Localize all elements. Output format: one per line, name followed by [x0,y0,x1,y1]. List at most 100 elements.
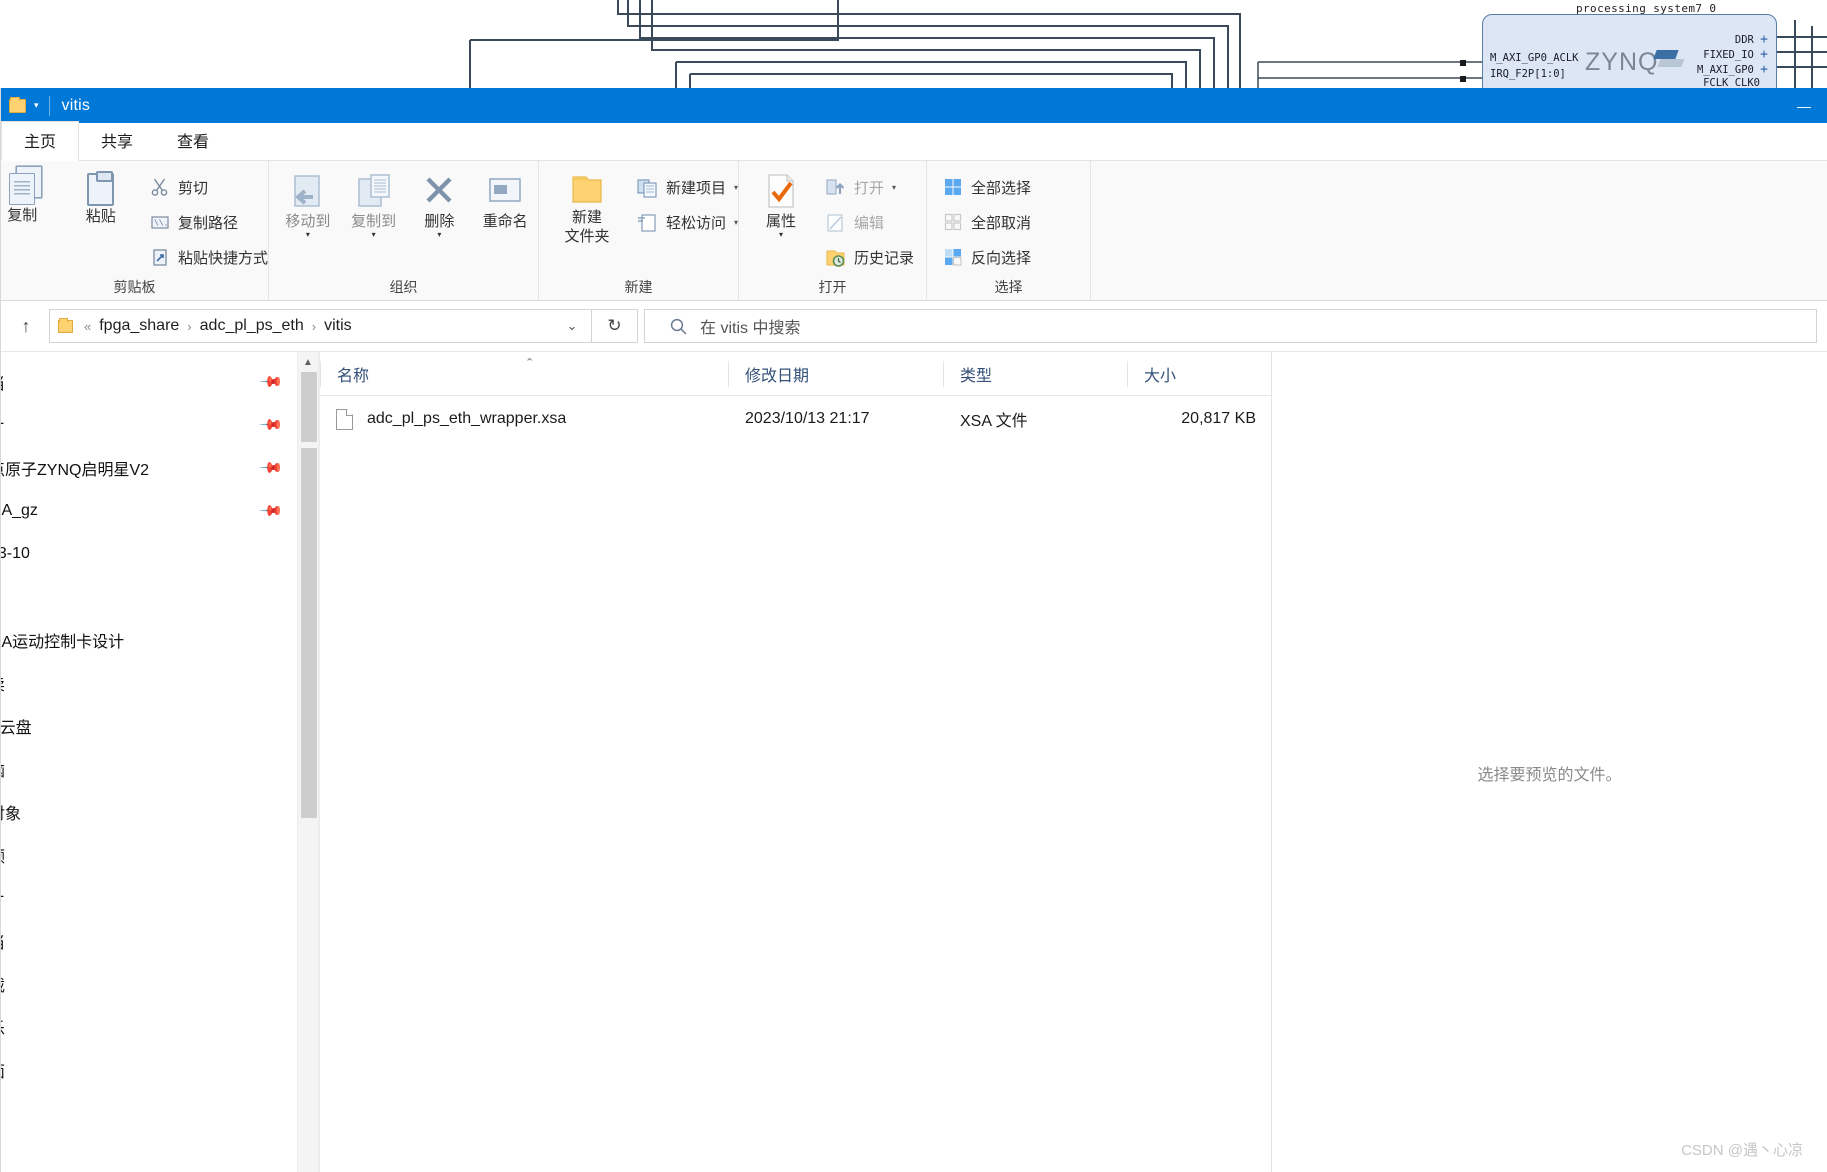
copy-button-label: 复制 [7,207,38,224]
search-box[interactable]: 在 vitis 中搜索 [644,309,1817,343]
invert-selection-button[interactable]: 反向选择 [943,243,1031,271]
file-list-pane: ⌃ 名称 修改日期 类型 大小 adc_pl_ps_eth_wrapper.xs… [319,352,1271,1172]
copy-to-icon [357,174,390,207]
chevron-down-icon[interactable]: ▾ [892,183,896,192]
cut-button[interactable]: 剪切 [150,173,268,201]
ribbon-filler [1091,161,1827,300]
new-item-button[interactable]: 新建项目 ▾ [637,173,738,201]
chevron-down-icon[interactable]: ▾ [372,231,376,239]
pin-icon[interactable]: 📌 [259,498,285,523]
select-none-button[interactable]: 全部取消 [943,208,1031,236]
ribbon-group-label-clipboard: 剪贴板 [113,279,156,295]
open-button[interactable]: 打开 ▾ [825,173,914,201]
pin-icon[interactable]: 📌 [259,412,285,437]
breadcrumb-item-vitis[interactable]: vitis [321,317,355,335]
pin-icon[interactable]: 📌 [259,369,285,394]
chevron-right-icon[interactable]: › [307,319,321,334]
sidebar-item-10[interactable]: 对象 [1,790,297,833]
sidebar-item-12[interactable]: 片 [1,876,297,919]
select-none-button-label: 全部取消 [971,214,1032,232]
sidebar-item-label: 当 [1,370,5,394]
file-list-header: ⌃ 名称 修改日期 类型 大小 [320,352,1271,396]
sidebar-item-13[interactable]: 当 [1,919,297,962]
column-header-modified[interactable]: 修改日期 [728,360,943,387]
preview-pane-message: 选择要预览的文件。 [1477,766,1622,784]
window-title: vitis [61,96,91,114]
copy-button[interactable]: 复制 [0,169,55,224]
move-to-icon [294,175,320,207]
move-to-button[interactable]: 移动到 ▾ [275,169,341,239]
column-header-type[interactable]: 类型 [943,360,1127,387]
sidebar-item-label: 载 [1,972,5,996]
chevron-down-icon[interactable]: ▾ [306,231,310,239]
paste-button[interactable]: 粘贴 [67,169,133,225]
paste-shortcut-button[interactable]: 粘贴快捷方式 [150,243,268,271]
sidebar-item-5[interactable]: n [1,575,297,618]
properties-button[interactable]: 属性 ▾ [749,169,813,239]
search-icon [670,318,687,335]
chevron-down-icon[interactable]: ▾ [34,101,39,110]
chevron-down-icon[interactable]: ▾ [734,218,738,227]
background-block-diagram: processing_system7_0 M_AXI_GP0_ACLK IRQ_… [0,0,1827,95]
select-commands: 全部选择 全部取消 反向选择 [943,169,1031,271]
delete-button[interactable]: 删除 ▾ [407,169,473,239]
zynq-flag-icon [1653,50,1679,59]
ribbon-tabs: 主页 共享 查看 [1,121,1827,161]
scrollbar-thumb-upper[interactable] [301,372,317,442]
scrollbar-thumb[interactable] [301,448,317,818]
scroll-up-icon[interactable]: ▲ [298,352,318,372]
copy-path-button-label: 复制路径 [177,214,238,232]
search-input[interactable]: 在 vitis 中搜索 [700,314,800,338]
scissors-icon [151,178,168,196]
sidebar-item-15[interactable]: 乐 [1,1005,297,1048]
sidebar-item-6[interactable]: GA运动控制卡设计 [1,618,297,661]
sort-ascending-icon: ⌃ [525,357,535,369]
tab-share[interactable]: 共享 [79,122,155,160]
rename-button[interactable]: 重命名 [472,169,538,230]
quick-access-toolbar[interactable]: ▾ [1,96,39,113]
chevron-down-icon[interactable]: ▾ [437,231,441,239]
pin-icon[interactable]: 📌 [259,455,285,480]
edit-button[interactable]: 编辑 [825,208,914,236]
history-button[interactable]: 历史记录 [825,243,914,271]
chevron-down-icon[interactable]: ▾ [734,183,738,192]
sidebar-item-label: GA_gz [1,501,38,519]
tab-view[interactable]: 查看 [155,122,231,160]
breadcrumb-item-adc-pl-ps-eth[interactable]: adc_pl_ps_eth [197,317,307,335]
navigation-pane-scrollbar[interactable]: ▲ [297,352,319,1172]
pin-m-axi-gp0-aclk: M_AXI_GP0_ACLK [1490,52,1579,64]
sidebar-item-2[interactable]: 点原子ZYNQ启明星V2 📌 [1,446,297,489]
copy-to-button[interactable]: 复制到 ▾ [341,169,407,239]
select-all-button[interactable]: 全部选择 [943,173,1031,201]
sidebar-item-8[interactable]: S云盘 [1,704,297,747]
tab-home[interactable]: 主页 [1,121,80,161]
sidebar-item-0[interactable]: 当 📌 [1,360,297,403]
breadcrumb-item-fpga-share[interactable]: fpga_share [96,317,182,335]
table-row[interactable]: adc_pl_ps_eth_wrapper.xsa 2023/10/13 21:… [320,396,1271,442]
new-folder-button[interactable]: 新建 文件夹 [551,169,623,245]
copy-path-icon: \\.. [151,216,170,229]
new-item-icon [637,178,657,198]
breadcrumb[interactable]: « fpga_share › adc_pl_ps_eth › vitis ⌄ [49,309,592,343]
title-separator [48,95,50,116]
refresh-button[interactable]: ↻ [592,309,638,343]
new-folder-button-label-line2: 文件夹 [564,228,610,246]
easy-access-button[interactable]: 轻松访问 ▾ [637,208,738,236]
chevron-down-icon[interactable]: ▾ [779,231,783,239]
column-header-name[interactable]: 名称 [320,360,728,387]
column-header-size[interactable]: 大小 [1127,360,1239,387]
up-button[interactable]: ↑ [9,309,43,343]
sidebar-item-11[interactable]: 频 [1,833,297,876]
sidebar-item-14[interactable]: 载 [1,962,297,1005]
sidebar-item-1[interactable]: 片 📌 [1,403,297,446]
sidebar-item-9[interactable]: 脑 [1,747,297,790]
sidebar-item-3[interactable]: GA_gz 📌 [1,489,297,532]
sidebar-item-7[interactable]: 卖 [1,661,297,704]
sidebar-item-4[interactable]: 23-10 [1,532,297,575]
chevron-down-icon[interactable]: ⌄ [555,310,589,342]
breadcrumb-overflow[interactable]: « [79,319,96,334]
copy-path-button[interactable]: \\.. 复制路径 [150,208,268,236]
minimize-button[interactable]: — [1781,88,1827,123]
sidebar-item-16[interactable]: 面 [1,1048,297,1091]
chevron-right-icon[interactable]: › [182,319,196,334]
